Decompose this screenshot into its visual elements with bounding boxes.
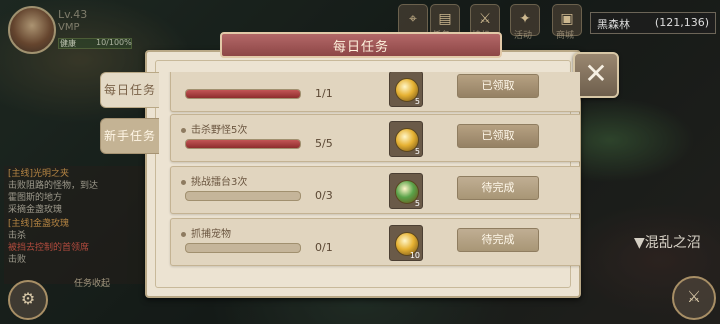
task-reward-slot[interactable]: 5: [389, 173, 423, 209]
topbar-label-event: 活动: [514, 31, 533, 41]
reward-quantity: 5: [414, 147, 420, 156]
location-panel[interactable]: 黑森林 (121,136): [590, 12, 716, 34]
task-list[interactable]: 1/1 5 已领取 击杀野怪5次 5/5 5 已领取 挑战擂台3次 0/3 5 …: [160, 72, 580, 272]
quest-tracker[interactable]: [主线]光明之夹 击败阻路的怪物，到达 霍图斯的地方 采摘金盏玫瑰 [主线]金盏…: [4, 166, 144, 284]
quest-collapse-toggle[interactable]: 任务收起: [74, 276, 110, 289]
quest-line: 被挡去控制的首领席: [8, 243, 90, 253]
reward-quantity: 5: [414, 199, 420, 208]
quest-line: 采摘金盏玫瑰: [8, 205, 63, 215]
quest-line: 击败: [8, 255, 27, 265]
task-pending-button[interactable]: 待完成: [457, 228, 539, 252]
health-tag: 健康: [60, 39, 76, 48]
health-value: 10/100%: [96, 38, 132, 47]
reward-quantity: 5: [414, 97, 420, 106]
task-name: 挑战擂台3次: [181, 173, 247, 188]
task-progress-bar: [185, 89, 301, 99]
task-row: 挑战擂台3次 0/3 5 待完成: [170, 166, 580, 214]
quest-title: [主线]光明之夹: [8, 169, 70, 179]
task-row: 1/1 5 已领取: [170, 72, 580, 112]
quest-title: [主线]金盏玫瑰: [8, 219, 70, 229]
location-name: 黑森林: [597, 18, 630, 31]
location-coords: (121,136): [654, 16, 709, 29]
quest-line: 霍图斯的地方: [8, 193, 63, 203]
task-progress-text: 1/1: [315, 87, 333, 100]
player-level: Lv.43: [58, 8, 88, 21]
topbar-label-shop: 商城: [556, 31, 575, 41]
attack-button[interactable]: ⚔: [672, 276, 716, 320]
task-reward-slot[interactable]: 5: [389, 72, 423, 107]
tab-newbie-tasks[interactable]: 新手任务: [100, 118, 159, 154]
task-reward-slot[interactable]: 10: [389, 225, 423, 261]
task-progress-fill: [186, 90, 300, 98]
task-progress-bar: [185, 191, 301, 201]
player-avatar[interactable]: [8, 6, 56, 54]
task-claimed-button[interactable]: 已领取: [457, 124, 539, 148]
task-name: 抓捕宠物: [181, 225, 231, 240]
task-row: 抓捕宠物 0/1 10 待完成: [170, 218, 580, 266]
task-reward-slot[interactable]: 5: [389, 121, 423, 157]
task-progress-bar: [185, 243, 301, 253]
task-progress-text: 0/3: [315, 189, 333, 202]
quest-line: 击败阻路的怪物，到达: [8, 181, 99, 191]
task-row: 击杀野怪5次 5/5 5 已领取: [170, 114, 580, 162]
task-claimed-button[interactable]: 已领取: [457, 74, 539, 98]
task-progress-bar: [185, 139, 301, 149]
task-progress-fill: [186, 140, 300, 148]
dialog-title: 每日任务: [332, 40, 389, 55]
task-name: 击杀野怪5次: [181, 121, 247, 136]
reward-quantity: 10: [409, 251, 420, 260]
task-pending-button[interactable]: 待完成: [457, 176, 539, 200]
task-progress-text: 0/1: [315, 241, 333, 254]
quest-line: 击杀: [8, 231, 27, 241]
dialog-title-banner: 每日任务: [220, 32, 502, 58]
player-status-text: VMP: [58, 22, 80, 33]
task-progress-text: 5/5: [315, 137, 333, 150]
zone-direction-label[interactable]: ▼混乱之沼: [634, 232, 701, 252]
skill-button[interactable]: ⚙: [8, 280, 48, 320]
tab-daily-tasks[interactable]: 每日任务: [100, 72, 159, 108]
